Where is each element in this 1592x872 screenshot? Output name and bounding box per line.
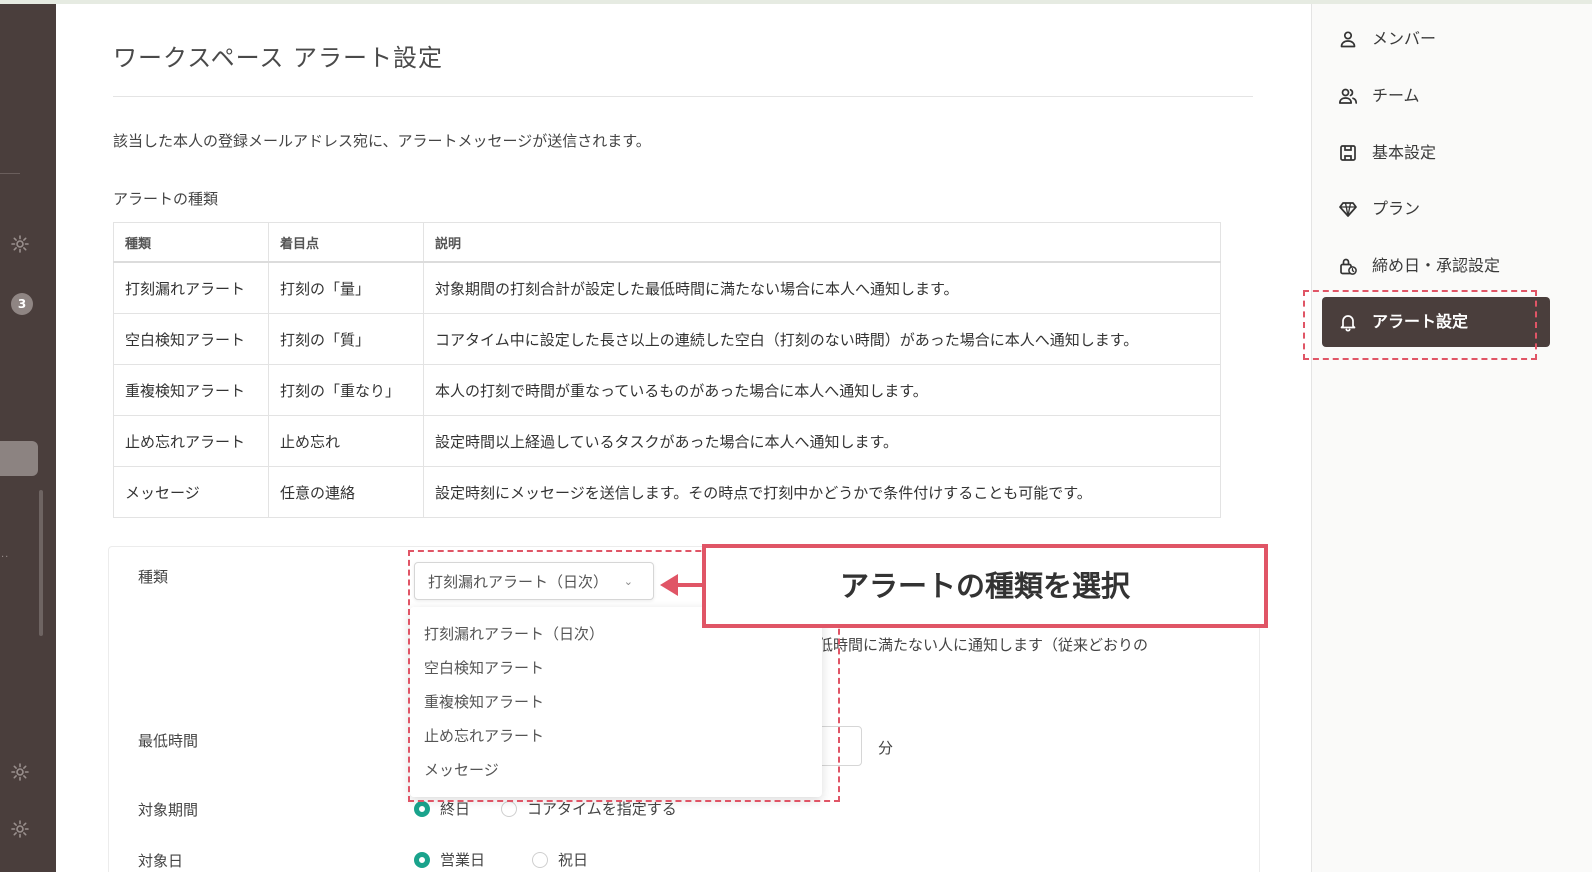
people-icon xyxy=(1338,86,1358,106)
column-header: 種類 xyxy=(113,222,269,263)
column-header: 着目点 xyxy=(268,222,424,263)
rail-ellipsis: ·· xyxy=(1,552,10,563)
table-cell: 止め忘れ xyxy=(268,415,424,467)
table-cell: メッセージ xyxy=(113,466,269,518)
sidebar-item-label: プラン xyxy=(1372,199,1421,218)
sidebar-item-label: メンバー xyxy=(1372,29,1437,48)
lock-clock-icon xyxy=(1338,256,1358,276)
target-day-option-label: 祝日 xyxy=(558,851,589,869)
page-title: ワークスペース アラート設定 xyxy=(113,44,444,72)
table-cell: 本人の打刻で時間が重なっているものがあった場合に本人へ通知します。 xyxy=(423,364,1221,416)
person-icon xyxy=(1338,29,1358,49)
min-time-unit: 分 xyxy=(878,739,894,757)
alert-type-description: 低時間に満たない人に通知します（従来どおりの xyxy=(818,636,1149,654)
gear-icon[interactable] xyxy=(10,762,30,782)
settings-sidebar: メンバー チーム 基本設定 プラン 締め日・承認設定 xyxy=(1311,4,1592,872)
table-cell: 打刻の「重なり」 xyxy=(268,364,424,416)
sidebar-item-closing-approval[interactable]: 締め日・承認設定 xyxy=(1338,256,1558,276)
callout-arrow-head xyxy=(660,574,678,596)
table-cell: 設定時刻にメッセージを送信します。その時点で打刻中かどうかで条件付けすることも可… xyxy=(423,466,1221,518)
sidebar-item-plan[interactable]: プラン xyxy=(1338,199,1558,219)
sidebar-item-label: 基本設定 xyxy=(1372,143,1437,162)
table-cell: 打刻の「量」 xyxy=(268,261,424,314)
alert-types-table: 種類 着目点 説明 打刻漏れアラート 打刻の「量」 対象期間の打刻合計が設定した… xyxy=(113,222,1221,518)
table-cell: コアタイム中に設定した長さ以上の連続した空白（打刻のない時間）があった場合に本人… xyxy=(423,313,1221,365)
intro-text: 該当した本人の登録メールアドレス宛に、アラートメッセージが送信されます。 xyxy=(113,132,651,150)
table-row: メッセージ 任意の連絡 設定時刻にメッセージを送信します。その時点で打刻中かどう… xyxy=(113,466,1221,518)
table-cell: 任意の連絡 xyxy=(268,466,424,518)
target-day-radio-holiday[interactable] xyxy=(532,852,548,868)
table-cell: 設定時間以上経過しているタスクがあった場合に本人へ通知します。 xyxy=(423,415,1221,467)
annotation-callout: アラートの種類を選択 xyxy=(702,544,1268,628)
table-cell: 空白検知アラート xyxy=(113,313,269,365)
diamond-icon xyxy=(1338,199,1358,219)
table-cell: 打刻漏れアラート xyxy=(113,261,269,314)
rail-scrollbar[interactable] xyxy=(39,490,43,636)
table-row: 重複検知アラート 打刻の「重なり」 本人の打刻で時間が重なっているものがあった場… xyxy=(113,364,1221,416)
table-header-row: 種類 着目点 説明 xyxy=(113,222,1221,263)
table-row: 止め忘れアラート 止め忘れ 設定時間以上経過しているタスクがあった場合に本人へ通… xyxy=(113,415,1221,467)
gear-icon[interactable] xyxy=(10,819,30,839)
target-day-radio-business[interactable] xyxy=(414,852,430,868)
table-cell: 打刻の「質」 xyxy=(268,313,424,365)
app-rail: 3 ·· xyxy=(0,4,56,872)
table-row: 打刻漏れアラート 打刻の「量」 対象期間の打刻合計が設定した最低時間に満たない場… xyxy=(113,261,1221,314)
sidebar-item-basic-settings[interactable]: 基本設定 xyxy=(1338,143,1558,163)
min-time-label: 最低時間 xyxy=(138,732,199,750)
sidebar-item-team[interactable]: チーム xyxy=(1338,86,1558,106)
building-icon xyxy=(1338,143,1358,163)
section-label: アラートの種類 xyxy=(113,190,219,208)
type-label: 種類 xyxy=(138,568,169,586)
callout-arrow-shaft xyxy=(676,583,704,587)
title-divider xyxy=(113,96,1253,97)
target-day-label: 対象日 xyxy=(138,852,184,870)
rail-active-item[interactable] xyxy=(0,441,38,476)
column-header: 説明 xyxy=(423,222,1221,263)
table-cell: 対象期間の打刻合計が設定した最低時間に満たない場合に本人へ通知します。 xyxy=(423,261,1221,314)
sidebar-item-label: 締め日・承認設定 xyxy=(1372,256,1501,275)
table-cell: 重複検知アラート xyxy=(113,364,269,416)
period-label: 対象期間 xyxy=(138,801,199,819)
sidebar-item-label: チーム xyxy=(1372,86,1420,105)
table-cell: 止め忘れアラート xyxy=(113,415,269,467)
notification-badge[interactable]: 3 xyxy=(11,293,33,315)
gear-icon[interactable] xyxy=(10,234,30,254)
sidebar-highlight-frame xyxy=(1303,290,1537,360)
sidebar-item-members[interactable]: メンバー xyxy=(1338,29,1558,49)
period-radio-core-time[interactable] xyxy=(501,801,517,817)
table-row: 空白検知アラート 打刻の「質」 コアタイム中に設定した長さ以上の連続した空白（打… xyxy=(113,313,1221,365)
period-radio-all-day[interactable] xyxy=(414,801,430,817)
target-day-option-label: 営業日 xyxy=(440,851,486,869)
main-content: ワークスペース アラート設定 該当した本人の登録メールアドレス宛に、アラートメッ… xyxy=(56,4,1310,872)
rail-divider xyxy=(0,173,20,174)
